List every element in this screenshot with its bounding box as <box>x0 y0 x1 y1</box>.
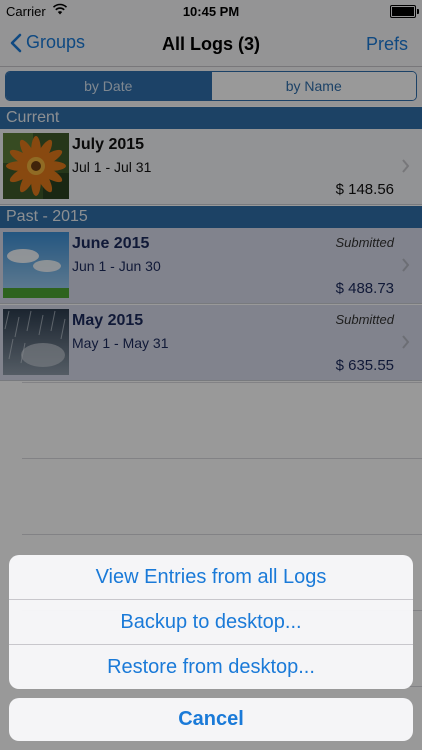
backup-button[interactable]: Backup to desktop... <box>9 600 413 645</box>
view-all-entries-button[interactable]: View Entries from all Logs <box>9 555 413 600</box>
action-sheet: View Entries from all Logs Backup to des… <box>9 555 413 689</box>
cancel-sheet: Cancel <box>9 698 413 741</box>
cancel-button[interactable]: Cancel <box>9 698 413 741</box>
restore-button[interactable]: Restore from desktop... <box>9 645 413 689</box>
